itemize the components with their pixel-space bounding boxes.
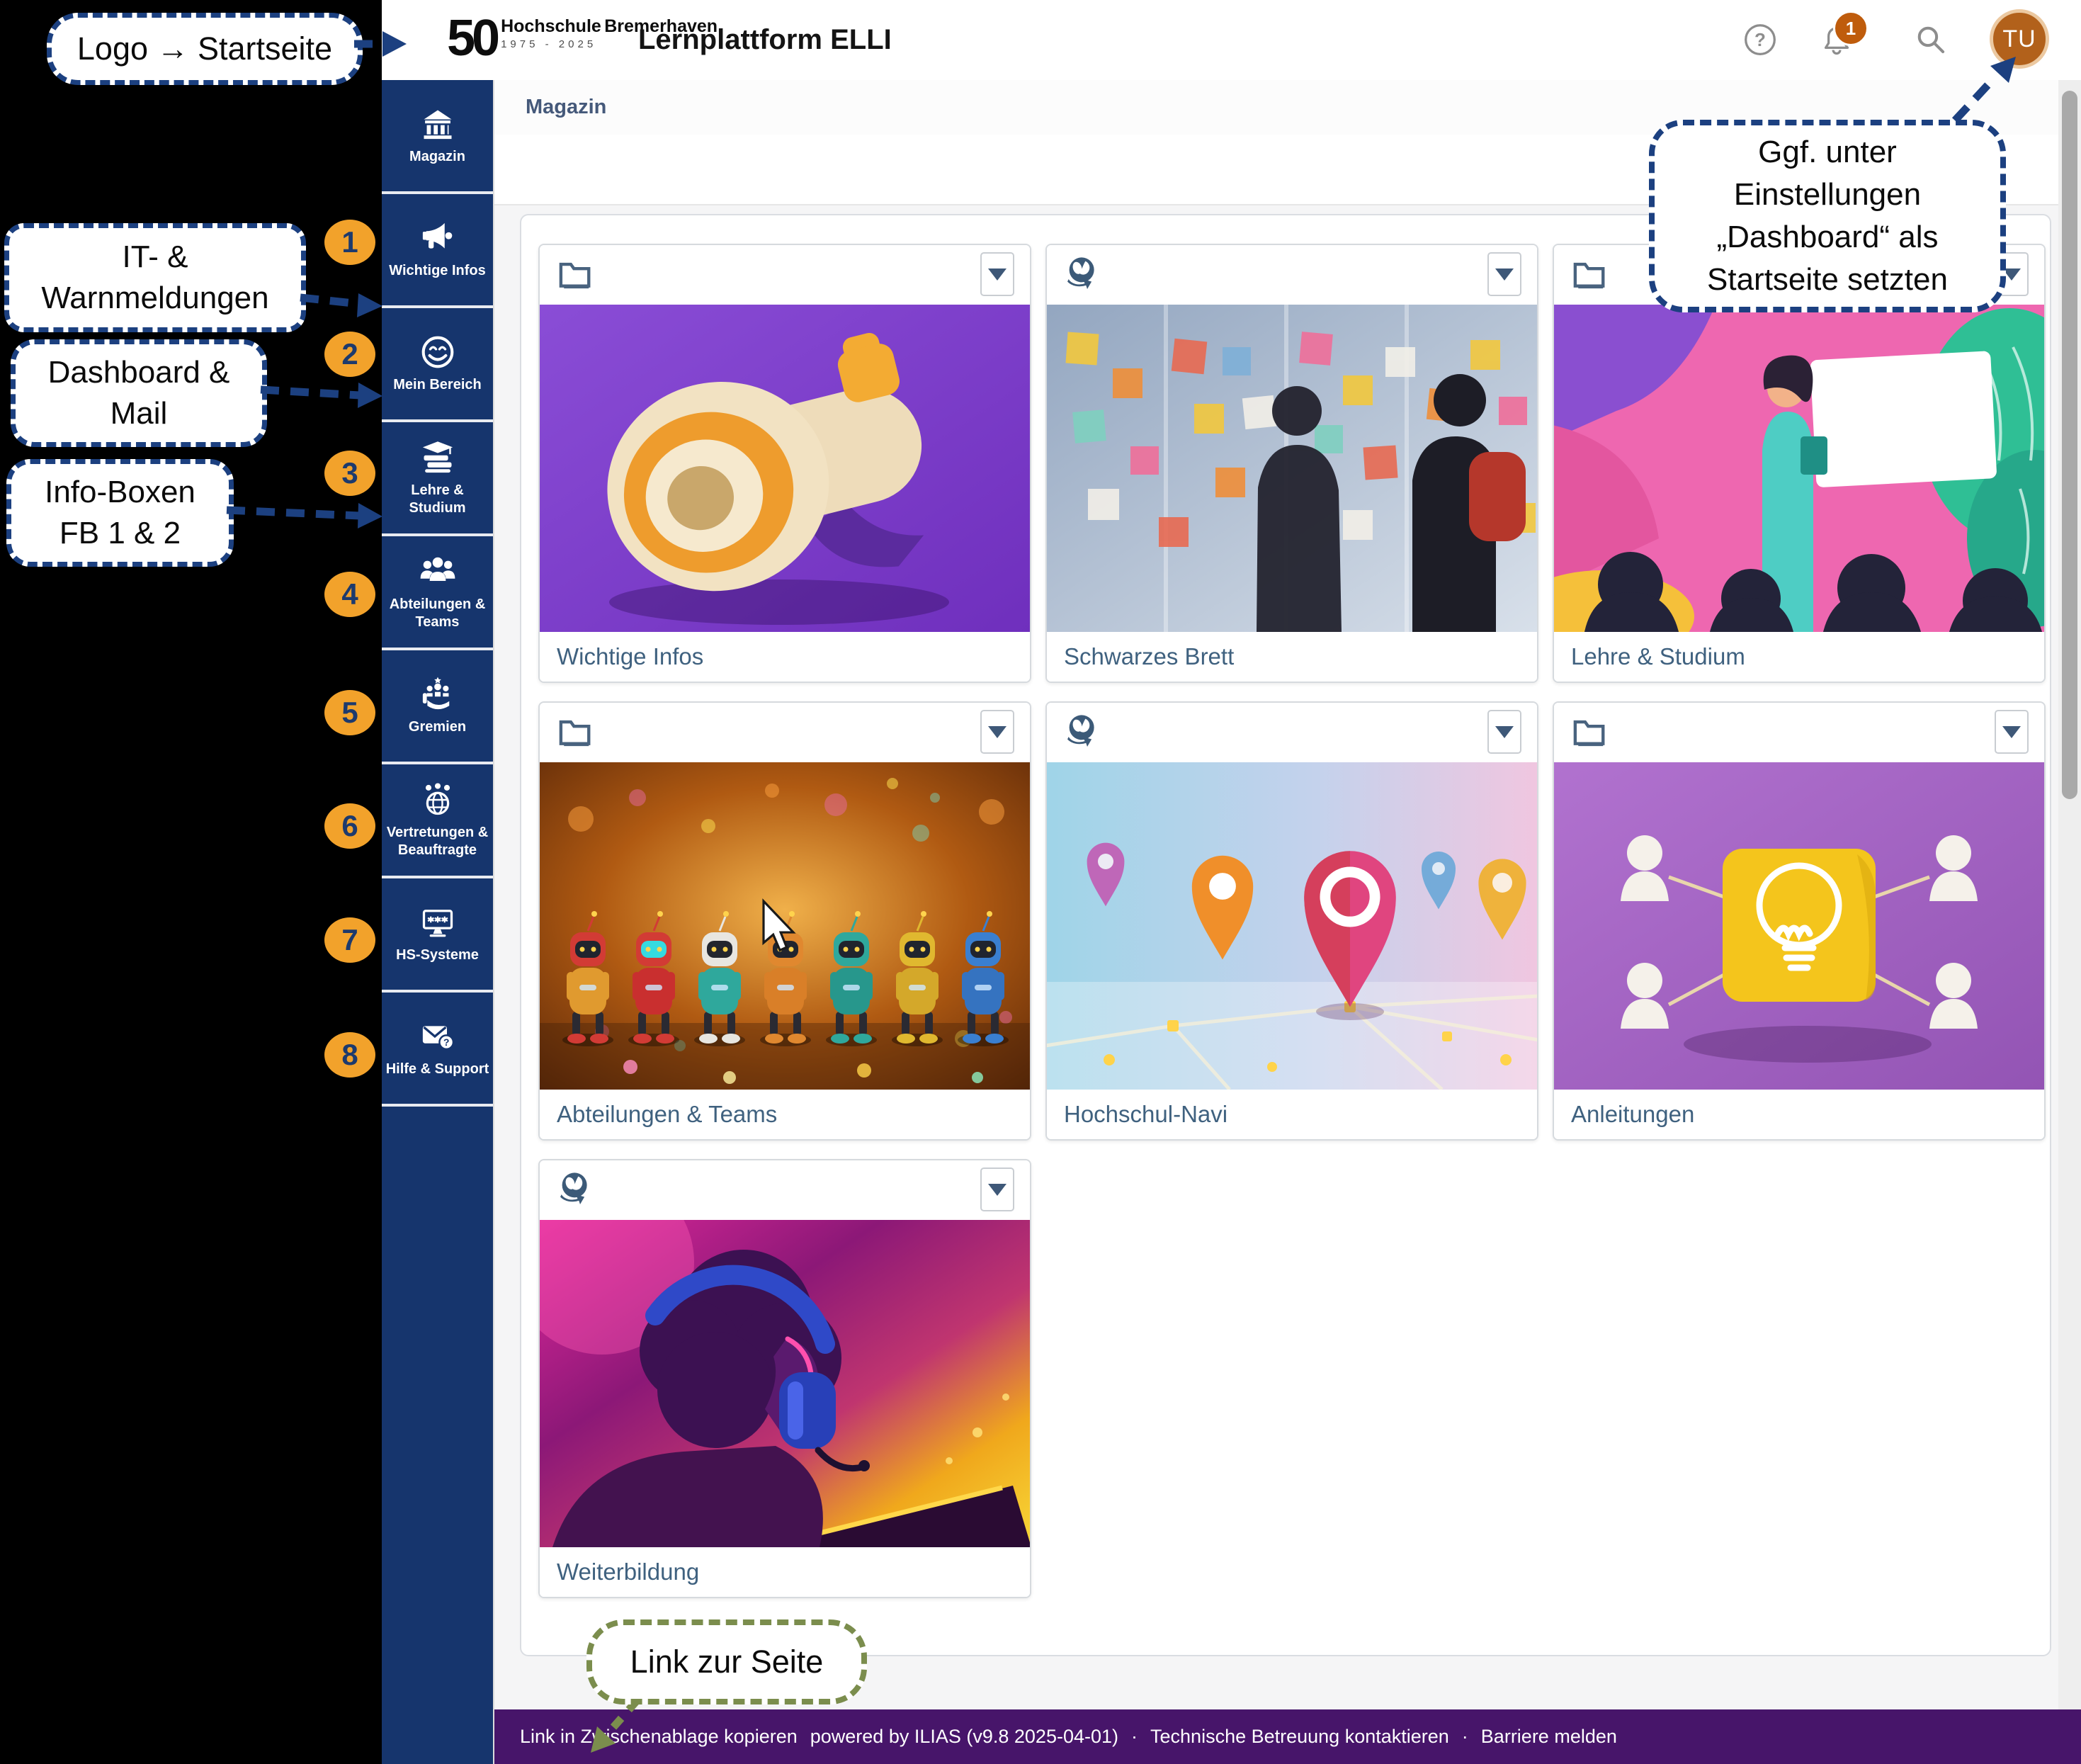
svg-text:?: ? [1754,29,1766,50]
weblink-icon [555,1170,595,1209]
annotation-dashboard-callout: Dashboard &Mail [11,339,267,447]
svg-text:?: ? [443,1036,448,1048]
card-image-presentation [1554,305,2044,632]
cards-grid: Wichtige Infos [538,244,2046,1598]
chevron-down-icon [2002,726,2021,738]
footer-separator: · [1131,1726,1138,1748]
footer-support-link[interactable]: Technische Betreuung kontaktieren [1150,1726,1449,1748]
annotation-number-7: 7 [324,917,375,963]
monitor-password-icon [419,904,456,941]
folder-icon [1570,254,1609,294]
weblink-icon [1062,712,1102,752]
sidebar-item-abteilungen-teams[interactable]: Abteilungen & Teams [382,536,493,650]
card-image-robots [540,762,1030,1090]
card-actions-dropdown[interactable] [1487,710,1521,754]
avatar[interactable]: TU [1990,9,2049,69]
weblink-icon [1062,254,1102,294]
page-title: Lernplattform ELLI [638,24,892,56]
arrow-to-mein-bereich [261,390,360,395]
card-image-megaphone [540,305,1030,632]
notification-badge: 1 [1833,11,1869,46]
card-wichtige-infos[interactable]: Wichtige Infos [538,244,1031,683]
globe-people-icon [419,781,456,818]
card-actions-dropdown[interactable] [980,1167,1014,1211]
card-title[interactable]: Weiterbildung [540,1547,1030,1597]
card-image-mappins [1047,762,1537,1090]
people-group-icon [419,553,456,590]
chevron-down-icon [988,726,1007,738]
folder-icon [555,254,595,294]
folder-icon [555,712,595,752]
card-schwarzes-brett[interactable]: Schwarzes Brett [1045,244,1538,683]
sidebar-item-vertretungen-beauftragte[interactable]: Vertretungen & Beauftragte [382,764,493,878]
card-anleitungen[interactable]: Anleitungen [1553,701,2046,1141]
card-actions-dropdown[interactable] [1487,252,1521,296]
annotation-number-8: 8 [324,1032,375,1078]
card-actions-dropdown[interactable] [980,252,1014,296]
search-button[interactable] [1910,19,1951,60]
card-image-headphones [540,1220,1030,1547]
books-graduation-icon [419,439,456,476]
arrow-to-wichtige-infos [300,298,360,304]
footer-separator: · [1462,1726,1468,1748]
sidebar-item-gremien[interactable]: Gremien [382,650,493,764]
card-weiterbildung[interactable]: Weiterbildung [538,1159,1031,1598]
annotation-number-4: 4 [324,572,375,617]
mail-question-icon: ? [419,1018,456,1055]
card-abteilungen-teams[interactable]: Abteilungen & Teams [538,701,1031,1141]
sidebar-item-mein-bereich[interactable]: Mein Bereich [382,308,493,422]
footer-copy-link[interactable]: Link in Zwischenablage kopieren [520,1726,798,1748]
logo-line1: Hochschule [501,16,601,36]
card-hochschul-navi[interactable]: Hochschul-Navi [1045,701,1538,1141]
annotation-number-6: 6 [324,803,375,849]
megaphone-icon [419,220,456,256]
smiley-icon [419,334,456,371]
card-title[interactable]: Lehre & Studium [1554,632,2044,682]
breadcrumb[interactable]: Magazin [526,80,606,135]
search-icon [1912,21,1949,58]
annotation-link-callout: Link zur Seite [586,1619,867,1704]
chevron-down-icon [1495,268,1514,281]
sidebar-item-hs-systeme[interactable]: HS-Systeme [382,878,493,993]
sidebar-item-wichtige-infos[interactable]: Wichtige Infos [382,194,493,308]
card-title[interactable]: Anleitungen [1554,1090,2044,1139]
notifications-button[interactable]: 1 [1816,19,1857,60]
sidebar-item-magazin[interactable]: Magazin [382,80,493,194]
app-header: 50 Hochschule Bremerhaven 1975 - 2025 Le… [382,0,2081,81]
annotation-logo-callout: Logo → Startseite [47,13,363,85]
annotation-number-5: 5 [324,690,375,735]
annotation-number-2: 2 [324,332,375,377]
chevron-down-icon [1495,726,1514,738]
folder-icon [1570,712,1609,752]
annotation-it-callout: IT- &Warnmeldungen [4,223,306,332]
card-title[interactable]: Wichtige Infos [540,632,1030,682]
card-actions-dropdown[interactable] [1995,710,2029,754]
chevron-down-icon [988,268,1007,281]
card-image-lightbulb [1554,762,2044,1090]
scrollbar-track[interactable] [2058,80,2081,1709]
card-image-stickynotes [1047,305,1537,632]
annotation-number-1: 1 [324,220,375,265]
help-button[interactable]: ? [1740,19,1781,60]
help-icon: ? [1742,21,1779,58]
annotation-infobox-callout: Info-BoxenFB 1 & 2 [6,459,234,567]
sidebar-item-hilfe-support[interactable]: ? Hilfe & Support [382,993,493,1107]
sidebar-item-lehre-studium[interactable]: Lehre & Studium [382,422,493,536]
chevron-down-icon [988,1184,1007,1196]
sidebar: Magazin Wichtige Infos Mein Bereich Lehr… [382,80,494,1764]
footer-bar: Link in Zwischenablage kopieren powered … [494,1709,2081,1764]
logo-50: 50 [447,7,497,69]
gremien-hand-icon [419,676,456,713]
scrollbar-thumb[interactable] [2062,91,2077,799]
card-title[interactable]: Hochschul-Navi [1047,1090,1537,1139]
footer-powered-by: powered by ILIAS (v9.8 2025-04-01) [810,1726,1118,1748]
arrow-to-lehre-studium [227,510,360,516]
annotation-settings-callout: Ggf. unter Einstellungen „Dashboard“ als… [1649,120,2006,312]
annotation-number-3: 3 [324,451,375,496]
card-actions-dropdown[interactable] [980,710,1014,754]
footer-accessibility-link[interactable]: Barriere melden [1481,1726,1617,1748]
card-title[interactable]: Abteilungen & Teams [540,1090,1030,1139]
card-title[interactable]: Schwarzes Brett [1047,632,1537,682]
bank-icon [419,106,456,142]
